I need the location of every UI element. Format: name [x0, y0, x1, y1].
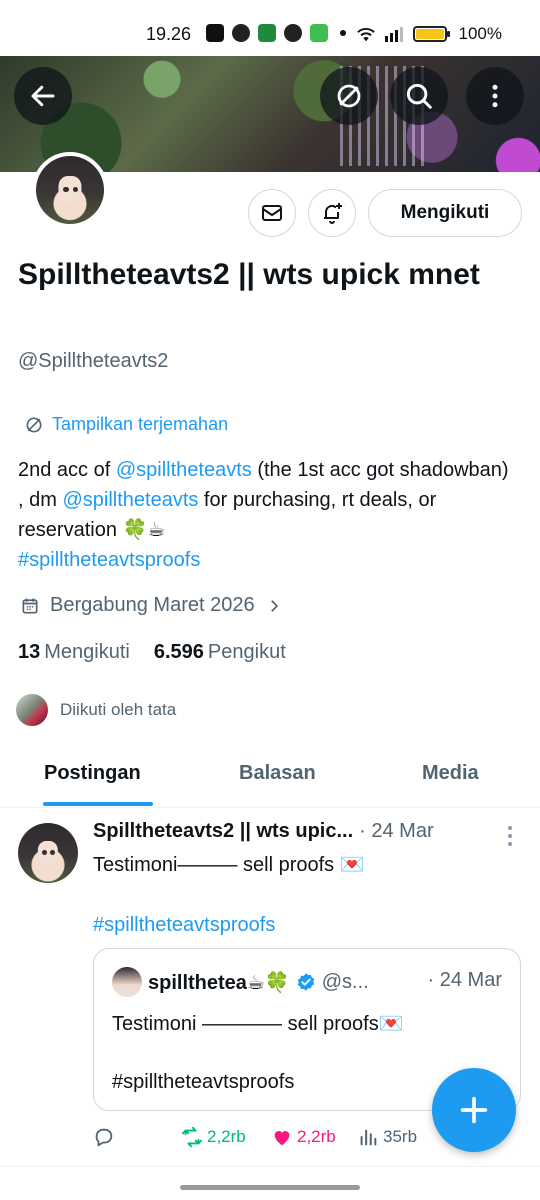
post-hashtag-link[interactable]: #spilltheteavtsproofs: [93, 910, 275, 940]
snapchat-icon: [232, 24, 250, 42]
back-button[interactable]: [14, 67, 72, 125]
like-count: 2,2rb: [297, 1127, 336, 1146]
chevron-right-icon: [270, 599, 278, 612]
profile-bio: 2nd acc of @spilltheteavts (the 1st acc …: [18, 455, 518, 575]
home-indicator[interactable]: [180, 1185, 360, 1190]
retweet-button[interactable]: 2,2rb: [181, 1126, 246, 1148]
quoted-post-date: · 24 Mar: [427, 969, 502, 991]
divider: [0, 1166, 540, 1167]
quoted-author-handle: @s...: [321, 970, 369, 993]
signal-icon: [384, 27, 403, 42]
views-chart-icon: [360, 1129, 377, 1146]
views-count: 35rb: [383, 1127, 418, 1146]
compose-post-button[interactable]: [432, 1068, 516, 1152]
bio-mention-link[interactable]: @spilltheteavts: [116, 459, 252, 481]
profile-tabs: Postingan Balasan Media: [0, 746, 540, 808]
tab-postingan[interactable]: Postingan: [44, 762, 141, 785]
wifi-icon: [356, 28, 375, 42]
followers-count-link[interactable]: 6.596 Pengikut: [154, 641, 286, 664]
views-button[interactable]: 35rb: [357, 1126, 417, 1148]
battery-icon: [412, 26, 450, 42]
following-count-link[interactable]: 13 Mengikuti: [18, 641, 130, 664]
more-button[interactable]: [466, 67, 524, 125]
translate-bio-link[interactable]: Tampilkan terjemahan: [24, 414, 228, 435]
quoted-post-header: spillthetea☕🍀 @s...: [112, 967, 369, 997]
bell-plus-icon: [324, 203, 342, 224]
translate-icon: [26, 417, 42, 432]
dot-icon: [340, 30, 346, 36]
follower-avatar: [14, 692, 50, 728]
bio-mention-link[interactable]: @spilltheteavts: [62, 489, 198, 511]
bio-hashtag-link[interactable]: #spilltheteavtsproofs: [18, 549, 200, 571]
more-vertical-icon: [492, 84, 498, 108]
tab-media[interactable]: Media: [422, 762, 479, 785]
followed-by[interactable]: Diikuti oleh tata: [14, 692, 176, 728]
profile-avatar[interactable]: [32, 152, 108, 228]
post-author-name[interactable]: Spilltheteavts2 || wts upic...: [93, 820, 353, 843]
verified-badge-icon: [297, 973, 314, 991]
reply-icon: [95, 1128, 113, 1147]
joined-label: Bergabung Maret 2026: [50, 594, 255, 616]
translate-label: Tampilkan terjemahan: [52, 414, 229, 434]
tiktok-icon: [206, 24, 224, 42]
following-button[interactable]: Mengikuti: [368, 189, 522, 237]
system-icons: 100%: [355, 24, 502, 44]
status-time: 19.26: [146, 24, 192, 44]
reply-button[interactable]: [93, 1126, 115, 1148]
like-button[interactable]: 2,2rb: [271, 1126, 336, 1148]
calendar-icon: [22, 598, 38, 613]
messages-icon: [310, 24, 328, 42]
post-header: Spilltheteavts2 || wts upic... · 24 Mar: [93, 820, 513, 843]
joined-date[interactable]: Bergabung Maret 2026: [20, 594, 283, 617]
followed-by-label: Diikuti oleh tata: [60, 700, 177, 719]
bio-text: 2nd acc of: [18, 459, 116, 481]
quoted-author-name: spillthetea☕🍀: [148, 971, 290, 994]
pinterest-icon: [284, 24, 302, 42]
tab-balasan[interactable]: Balasan: [239, 762, 316, 785]
back-arrow-icon: [31, 85, 55, 107]
post-text: Testimoni——— sell proofs 💌: [93, 854, 365, 876]
retweet-icon: [181, 1126, 203, 1148]
notification-icons: [206, 24, 346, 42]
post-date[interactable]: · 24 Mar: [359, 820, 433, 843]
post-more-button[interactable]: [505, 826, 515, 846]
quoted-author-avatar: [112, 967, 142, 997]
envelope-icon: [262, 205, 282, 221]
quoted-post-hashtag: #spilltheteavtsproofs: [112, 1071, 295, 1093]
active-tab-indicator: [43, 802, 153, 806]
message-button[interactable]: [248, 189, 296, 237]
follow-counts: 13 Mengikuti 6.596 Pengikut: [18, 641, 286, 664]
quoted-post-text: Testimoni ———— sell proofs💌: [112, 1013, 404, 1035]
retweet-count: 2,2rb: [207, 1127, 246, 1146]
search-icon: [406, 83, 432, 109]
plus-icon: [460, 1096, 488, 1124]
status-bar: 19.26 100%: [0, 0, 540, 56]
translate-header-button[interactable]: [320, 67, 378, 125]
app-icon: [258, 24, 276, 42]
post-author-avatar[interactable]: [18, 823, 78, 883]
translate-icon: [337, 84, 361, 108]
notifications-button[interactable]: [308, 189, 356, 237]
profile-name: Spilltheteavts2 || wts upick mnet: [18, 258, 480, 291]
heart-icon: [274, 1131, 290, 1146]
search-button[interactable]: [390, 67, 448, 125]
profile-handle: @Spilltheteavts2: [18, 350, 169, 372]
battery-percent: 100%: [458, 24, 502, 43]
